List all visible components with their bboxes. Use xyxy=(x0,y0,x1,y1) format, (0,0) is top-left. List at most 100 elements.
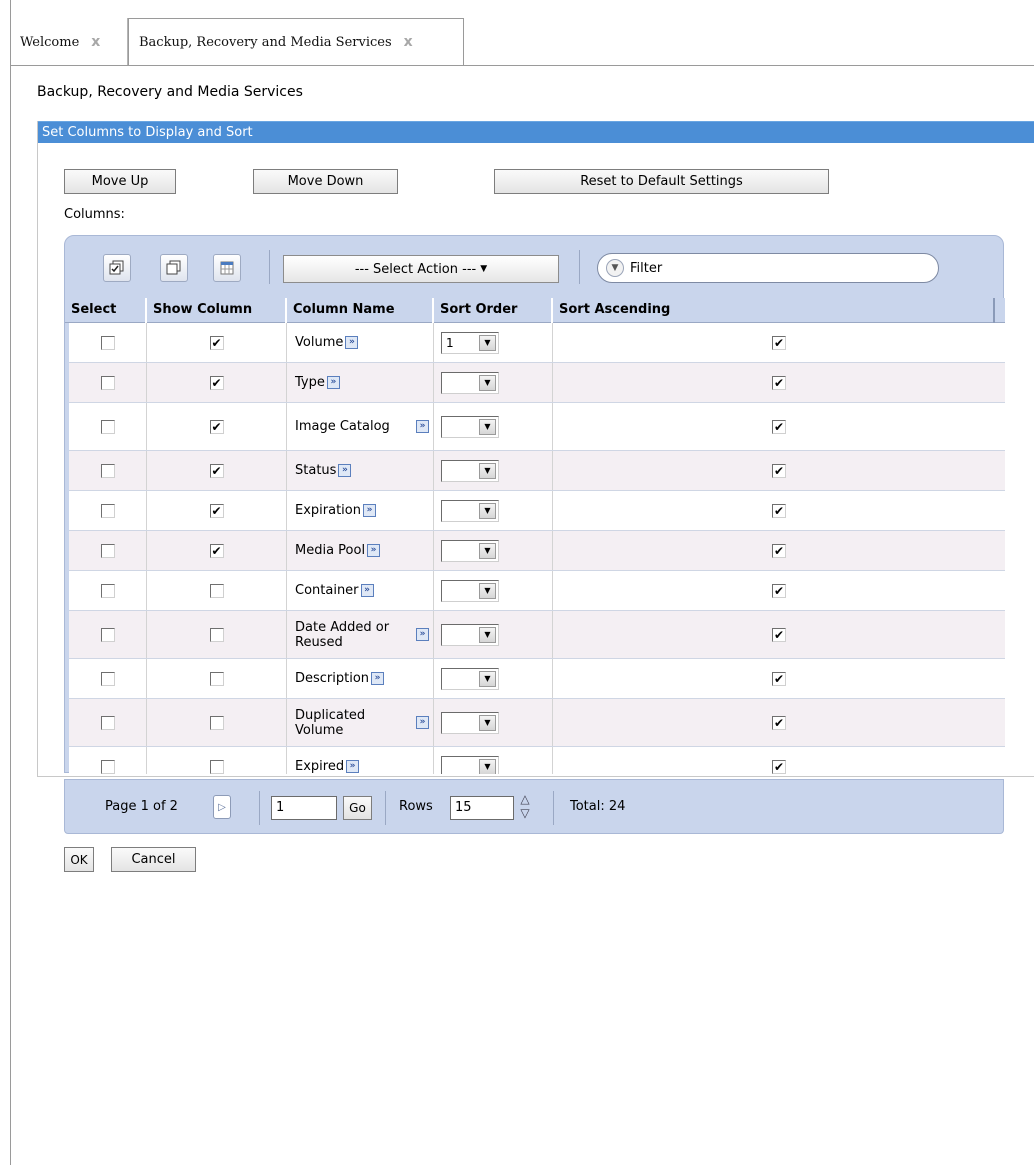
select-all-icon[interactable] xyxy=(103,254,131,282)
show-column-checkbox[interactable] xyxy=(209,759,224,774)
show-column-checkbox[interactable]: ✔ xyxy=(209,335,224,350)
select-checkbox[interactable] xyxy=(100,627,115,642)
sort-ascending-checkbox[interactable]: ✔ xyxy=(772,335,786,350)
header-sort-ascending[interactable]: Sort Ascending xyxy=(553,298,995,323)
dropdown-arrow-icon[interactable]: ▼ xyxy=(479,714,496,731)
select-checkbox[interactable] xyxy=(100,543,115,558)
header-sort-order[interactable]: Sort Order xyxy=(434,298,553,323)
header-select[interactable]: Select xyxy=(65,298,147,323)
sort-order-select[interactable]: ▼ xyxy=(441,371,499,394)
select-action-dropdown[interactable]: --- Select Action --- ▼ xyxy=(283,255,559,283)
tab-backup-recovery[interactable]: Backup, Recovery and Media Services x xyxy=(128,18,464,66)
context-menu-icon[interactable]: » xyxy=(371,672,385,685)
sort-order-select[interactable]: ▼ xyxy=(441,667,499,690)
sort-ascending-checkbox[interactable]: ✔ xyxy=(772,671,786,686)
tab-welcome-label: Welcome xyxy=(20,34,80,50)
toolbar-separator xyxy=(579,250,580,284)
context-menu-icon[interactable]: » xyxy=(416,420,429,433)
filter-dropdown-icon[interactable]: ▼ xyxy=(606,259,624,277)
table-settings-icon[interactable] xyxy=(213,254,241,282)
context-menu-icon[interactable]: » xyxy=(416,628,429,641)
show-column-checkbox[interactable] xyxy=(209,671,224,686)
show-column-checkbox[interactable]: ✔ xyxy=(209,375,224,390)
reset-default-button[interactable]: Reset to Default Settings xyxy=(494,169,829,194)
show-column-checkbox[interactable]: ✔ xyxy=(209,419,224,434)
context-menu-icon[interactable]: » xyxy=(338,464,352,477)
dropdown-arrow-icon[interactable]: ▼ xyxy=(479,462,496,479)
dropdown-arrow-icon[interactable]: ▼ xyxy=(479,374,496,391)
sort-ascending-checkbox[interactable]: ✔ xyxy=(772,503,786,518)
select-checkbox[interactable] xyxy=(100,759,115,774)
table-row: Description» ▼ ✔ xyxy=(69,659,1005,699)
dropdown-arrow-icon[interactable]: ▼ xyxy=(479,582,496,599)
context-menu-icon[interactable]: » xyxy=(416,716,429,729)
show-column-checkbox[interactable] xyxy=(209,583,224,598)
sort-order-select[interactable]: ▼ xyxy=(441,579,499,602)
dropdown-arrow-icon[interactable]: ▼ xyxy=(479,502,496,519)
show-column-checkbox[interactable]: ✔ xyxy=(209,463,224,478)
context-menu-icon[interactable]: » xyxy=(326,376,340,389)
sort-order-select[interactable]: ▼ xyxy=(441,623,499,646)
context-menu-icon[interactable]: » xyxy=(346,760,360,773)
tab-welcome[interactable]: Welcome x xyxy=(10,18,128,66)
go-button[interactable]: Go xyxy=(343,796,372,820)
select-checkbox[interactable] xyxy=(100,335,115,350)
sort-ascending-checkbox[interactable]: ✔ xyxy=(772,715,786,730)
show-column-checkbox[interactable] xyxy=(209,627,224,642)
select-checkbox[interactable] xyxy=(100,715,115,730)
increment-arrow-icon[interactable]: △ xyxy=(517,792,533,806)
rows-per-page-input[interactable]: 15 xyxy=(450,796,514,820)
select-checkbox[interactable] xyxy=(100,503,115,518)
columns-table: --- Select Action --- ▼ ▼ Filter Select … xyxy=(64,235,1005,774)
header-column-name[interactable]: Column Name xyxy=(287,298,434,323)
filter-input[interactable]: ▼ Filter xyxy=(597,253,939,283)
sort-ascending-checkbox[interactable]: ✔ xyxy=(772,375,786,390)
sort-ascending-checkbox[interactable]: ✔ xyxy=(772,627,786,642)
sort-order-select[interactable]: ▼ xyxy=(441,539,499,562)
sort-order-select[interactable]: ▼ xyxy=(441,415,499,438)
context-menu-icon[interactable]: » xyxy=(362,504,376,517)
sort-order-cell: ▼ xyxy=(434,611,553,658)
dropdown-arrow-icon[interactable]: ▼ xyxy=(479,626,496,643)
sort-order-select[interactable]: ▼ xyxy=(441,499,499,522)
move-up-button[interactable]: Move Up xyxy=(64,169,176,194)
page-number-input[interactable]: 1 xyxy=(271,796,337,820)
ok-button[interactable]: OK xyxy=(64,847,94,872)
show-column-checkbox[interactable] xyxy=(209,715,224,730)
rows-stepper[interactable]: △ ▽ xyxy=(517,792,533,824)
dropdown-arrow-icon[interactable]: ▼ xyxy=(479,334,496,351)
dropdown-arrow-icon[interactable]: ▼ xyxy=(479,758,496,774)
sort-ascending-checkbox[interactable]: ✔ xyxy=(772,419,786,434)
header-show-column[interactable]: Show Column xyxy=(147,298,287,323)
close-icon[interactable]: x xyxy=(91,34,100,50)
dropdown-arrow-icon[interactable]: ▼ xyxy=(479,418,496,435)
select-checkbox[interactable] xyxy=(100,583,115,598)
context-menu-icon[interactable]: » xyxy=(367,544,381,557)
show-column-checkbox[interactable]: ✔ xyxy=(209,543,224,558)
show-column-checkbox[interactable]: ✔ xyxy=(209,503,224,518)
select-checkbox[interactable] xyxy=(100,463,115,478)
select-checkbox[interactable] xyxy=(100,375,115,390)
table-toolbar: --- Select Action --- ▼ ▼ Filter xyxy=(65,236,1005,298)
table-row: Duplicated Volume » ▼ ✔ xyxy=(69,699,1005,747)
sort-ascending-checkbox[interactable]: ✔ xyxy=(772,463,786,478)
context-menu-icon[interactable]: » xyxy=(345,336,359,349)
dropdown-arrow-icon[interactable]: ▼ xyxy=(479,542,496,559)
move-down-button[interactable]: Move Down xyxy=(253,169,398,194)
sort-ascending-checkbox[interactable]: ✔ xyxy=(772,583,786,598)
sort-ascending-checkbox[interactable]: ✔ xyxy=(772,543,786,558)
dropdown-arrow-icon[interactable]: ▼ xyxy=(479,670,496,687)
decrement-arrow-icon[interactable]: ▽ xyxy=(517,806,533,820)
sort-order-select[interactable]: 1 ▼ xyxy=(441,331,499,354)
context-menu-icon[interactable]: » xyxy=(360,584,374,597)
cancel-button[interactable]: Cancel xyxy=(111,847,196,872)
sort-order-select[interactable]: ▼ xyxy=(441,755,499,774)
select-checkbox[interactable] xyxy=(100,419,115,434)
select-checkbox[interactable] xyxy=(100,671,115,686)
sort-order-select[interactable]: ▼ xyxy=(441,459,499,482)
next-page-button[interactable]: ▷ xyxy=(213,795,231,819)
deselect-all-icon[interactable] xyxy=(160,254,188,282)
close-icon[interactable]: x xyxy=(404,34,413,50)
sort-ascending-checkbox[interactable]: ✔ xyxy=(772,759,786,774)
sort-order-select[interactable]: ▼ xyxy=(441,711,499,734)
